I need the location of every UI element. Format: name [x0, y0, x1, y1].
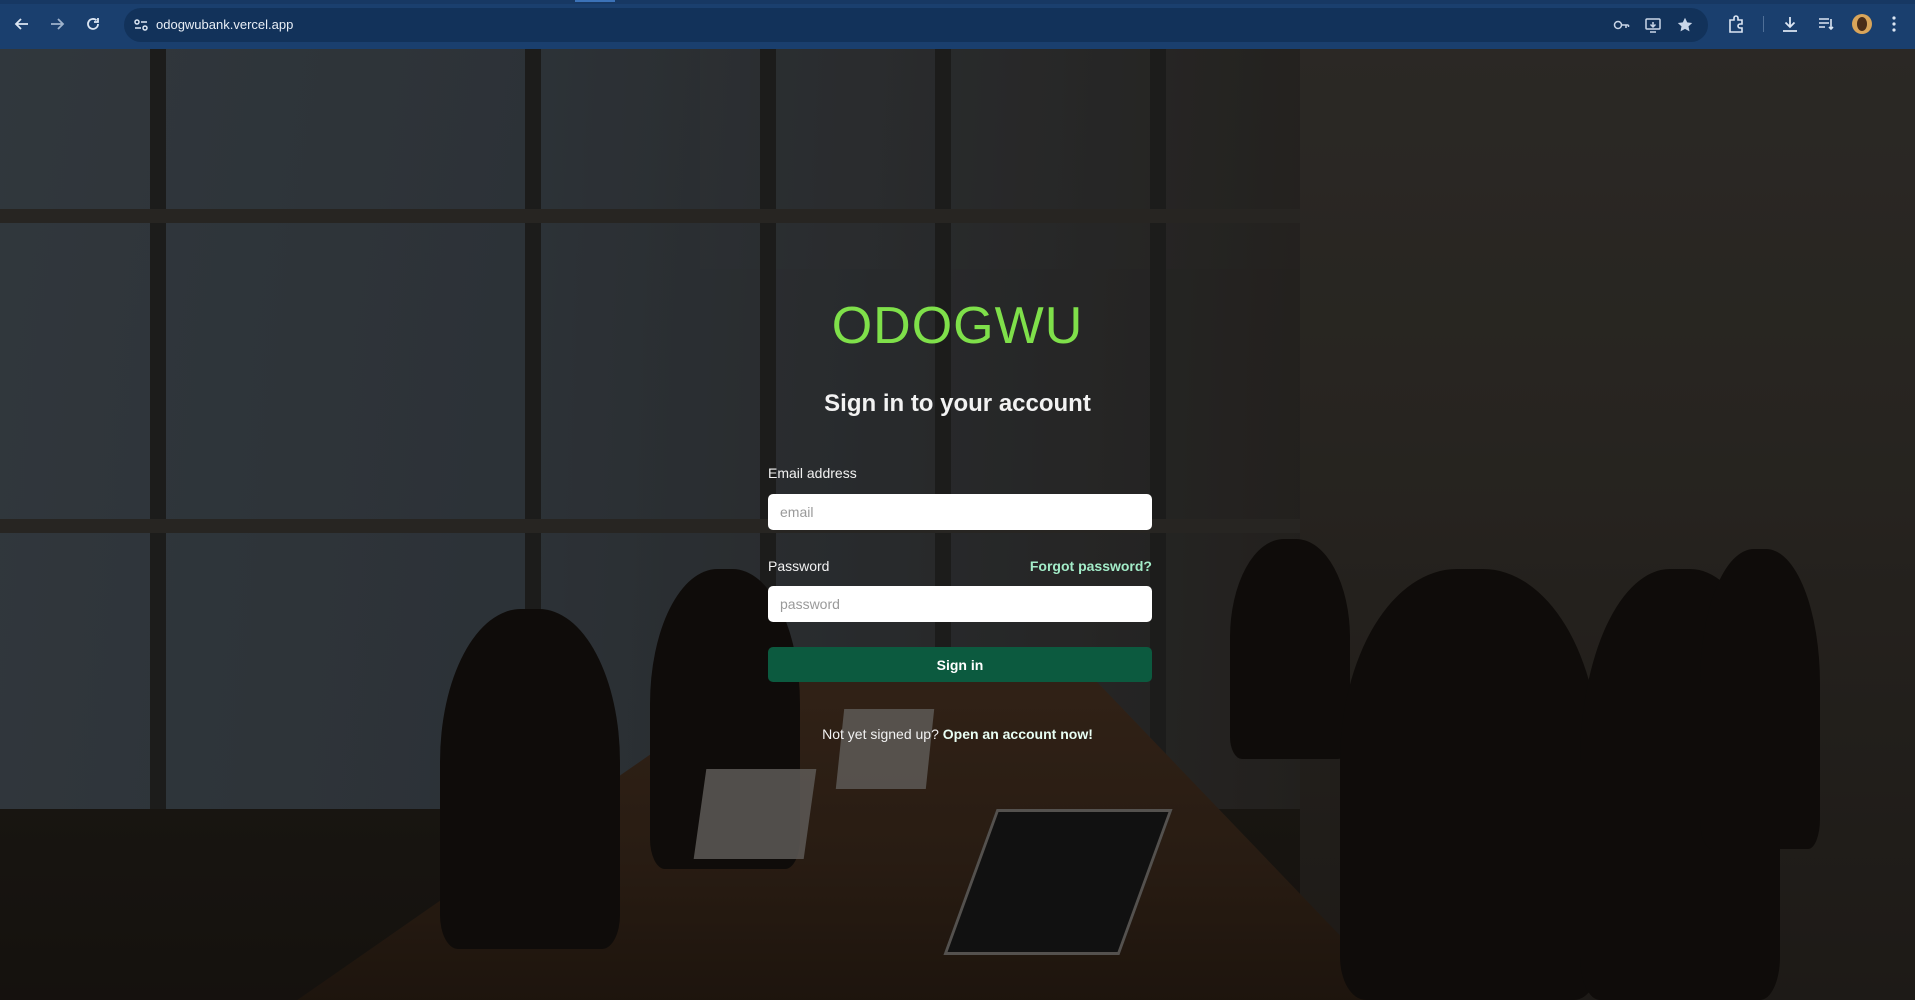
download-icon[interactable]	[1780, 14, 1800, 34]
install-app-icon[interactable]	[1644, 16, 1662, 34]
profile-avatar[interactable]	[1852, 14, 1872, 34]
email-field[interactable]	[768, 494, 1152, 530]
password-label: Password	[768, 558, 830, 574]
signup-prompt-line: Not yet signed up? Open an account now!	[0, 726, 1915, 742]
extensions-icon[interactable]	[1726, 14, 1746, 34]
password-key-icon[interactable]	[1612, 16, 1630, 34]
brand-logo: ODOGWU	[831, 297, 1084, 355]
toolbar-divider	[1763, 16, 1764, 32]
back-icon[interactable]	[11, 13, 33, 35]
reading-list-icon[interactable]	[1816, 14, 1836, 34]
active-tab-indicator	[575, 0, 615, 2]
reload-icon[interactable]	[82, 13, 104, 35]
bookmark-star-icon[interactable]	[1676, 16, 1694, 34]
forward-icon[interactable]	[46, 13, 68, 35]
open-account-link[interactable]: Open an account now!	[943, 726, 1093, 742]
tab-strip-edge	[0, 0, 1915, 4]
browser-toolbar: odogwubank.vercel.app	[0, 0, 1915, 50]
email-label: Email address	[768, 465, 857, 481]
url-text[interactable]: odogwubank.vercel.app	[156, 17, 293, 32]
sign-in-button[interactable]: Sign in	[768, 647, 1152, 682]
more-menu-icon[interactable]	[1889, 14, 1899, 34]
address-bar[interactable]: odogwubank.vercel.app	[124, 8, 1708, 42]
password-field[interactable]	[768, 586, 1152, 622]
signup-prompt-text: Not yet signed up?	[822, 726, 939, 742]
site-info-icon[interactable]	[132, 16, 150, 34]
page-title: Sign in to your account	[824, 390, 1091, 417]
forgot-password-link[interactable]: Forgot password?	[1030, 558, 1152, 574]
